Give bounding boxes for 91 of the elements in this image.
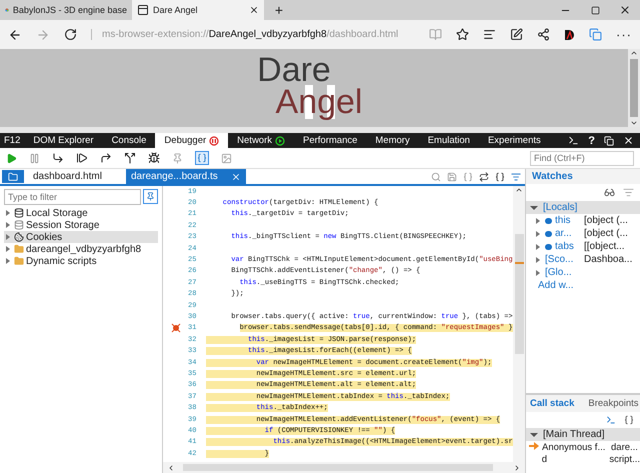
- folder-icon: [8, 172, 18, 182]
- browser-tab[interactable]: BabylonJS - 3D engine base: [0, 0, 132, 20]
- star-icon[interactable]: [456, 28, 469, 41]
- tree-item[interactable]: Dynamic scripts: [4, 255, 158, 267]
- filter-field[interactable]: Type to filter: [4, 189, 141, 205]
- toggle-button[interactable]: [195, 151, 209, 165]
- devtools-tab[interactable]: Console: [102, 133, 156, 148]
- refresh-icon[interactable]: [64, 28, 77, 41]
- list-icon[interactable]: [511, 172, 521, 182]
- scroll-down-icon[interactable]: [630, 119, 638, 127]
- step-into-icon[interactable]: [52, 152, 64, 164]
- console-icon[interactable]: [568, 135, 580, 146]
- new-tab-button[interactable]: +: [264, 0, 294, 20]
- devtools-tab[interactable]: Emulation: [418, 133, 479, 148]
- devtools-tab[interactable]: DOM Explorer: [24, 133, 103, 148]
- lines-icon[interactable]: [483, 28, 496, 41]
- braces-icon[interactable]: [495, 172, 505, 182]
- devtools-tab[interactable]: F12: [0, 133, 24, 148]
- scrollbar[interactable]: [628, 49, 640, 127]
- browser-tab[interactable]: Dare Angel: [132, 0, 264, 20]
- frame-icon[interactable]: [606, 415, 616, 425]
- tree-item[interactable]: Cookies: [4, 231, 158, 243]
- scroll-right-icon[interactable]: [513, 464, 521, 472]
- window-icon[interactable]: [589, 28, 602, 41]
- braces-icon: [197, 153, 207, 163]
- devtools-tab[interactable]: Debugger: [155, 133, 228, 148]
- find-field[interactable]: Find (Ctrl+F): [530, 150, 634, 166]
- stack-frame[interactable]: d script...: [526, 453, 640, 465]
- tree-item[interactable]: Local Storage: [4, 207, 158, 219]
- horizontal-scrollbar[interactable]: [163, 462, 525, 473]
- scroll-up-icon[interactable]: [515, 186, 523, 194]
- folder-icon: [14, 256, 24, 266]
- close-icon[interactable]: [619, 4, 631, 16]
- devtools-tab[interactable]: Experiments: [478, 133, 550, 148]
- address-field[interactable]: ms-browser-extension://DareAngel_vdbyzyarbfgh8/dashboard.html: [91, 29, 415, 40]
- file-tab[interactable]: dashboard.html: [28, 169, 126, 184]
- back-icon[interactable]: [8, 28, 22, 42]
- watch-row[interactable]: [Sco... Dashboa...: [526, 253, 640, 266]
- watch-row[interactable]: [Glo...: [526, 266, 640, 279]
- stack-frame[interactable]: Anonymous f... dare...: [526, 441, 640, 453]
- thread-row[interactable]: [Main Thread]: [526, 428, 640, 441]
- more-button[interactable]: ···: [616, 27, 632, 42]
- restore-icon[interactable]: [604, 136, 614, 146]
- pause-icon: [209, 136, 220, 146]
- devtools-tab[interactable]: Performance: [294, 133, 366, 148]
- add-watch-icon[interactable]: [604, 187, 615, 198]
- scroll-up-icon[interactable]: [630, 49, 638, 57]
- devtools-tab[interactable]: Memory: [366, 133, 419, 148]
- tree-item[interactable]: dareangel_vdbyzyarbfgh8: [4, 243, 158, 255]
- panel-tab[interactable]: Breakpoints: [588, 398, 639, 412]
- share-icon[interactable]: [537, 28, 550, 41]
- cylinder-icon: [14, 220, 24, 230]
- maximize-icon[interactable]: [590, 6, 600, 14]
- scroll-left-icon[interactable]: [167, 464, 175, 472]
- letter-logo-icon[interactable]: [564, 28, 575, 40]
- cookie-icon: [14, 232, 24, 242]
- pause-icon[interactable]: [29, 152, 40, 164]
- pin-icon: [146, 192, 155, 201]
- folder-icon: [14, 244, 24, 254]
- help-button[interactable]: ?: [588, 134, 595, 146]
- panel-tab[interactable]: Call stack: [530, 398, 574, 412]
- watch-row[interactable]: this [object (...: [526, 214, 640, 227]
- devtools-tab[interactable]: Network: [228, 133, 294, 148]
- watch-row[interactable]: [Locals]: [526, 201, 640, 214]
- watch-row[interactable]: ar... [object (...: [526, 227, 640, 240]
- pin-button[interactable]: [143, 189, 158, 204]
- close-icon[interactable]: [249, 5, 259, 15]
- logo-text: Angel: [276, 85, 362, 119]
- panel-title: Watches: [526, 169, 640, 184]
- search-icon[interactable]: [431, 172, 441, 182]
- step-out-icon[interactable]: [100, 152, 112, 164]
- database-icon: [14, 208, 24, 218]
- breakpoint-icon[interactable]: [170, 323, 180, 334]
- logo-text: Dare: [257, 53, 331, 87]
- pen-icon[interactable]: [510, 28, 523, 41]
- watch-row[interactable]: tabs [[object...: [526, 240, 640, 253]
- branch-icon[interactable]: [124, 152, 136, 164]
- folder-button[interactable]: [2, 170, 24, 183]
- save-icon[interactable]: [447, 172, 457, 182]
- play-icon: [275, 136, 285, 146]
- page-icon: [137, 4, 149, 16]
- bug-icon[interactable]: [148, 152, 160, 164]
- add-watch-link[interactable]: Add w...: [526, 280, 574, 291]
- arrow-icon: [529, 442, 539, 450]
- scrollbar[interactable]: [513, 186, 525, 462]
- close-icon[interactable]: [623, 135, 634, 146]
- step-over-icon[interactable]: [76, 152, 88, 164]
- play-icon[interactable]: [6, 152, 17, 164]
- file-tab[interactable]: dareange...board.ts: [126, 169, 246, 184]
- repeat-icon[interactable]: [479, 172, 489, 182]
- braces-icon[interactable]: [624, 415, 634, 425]
